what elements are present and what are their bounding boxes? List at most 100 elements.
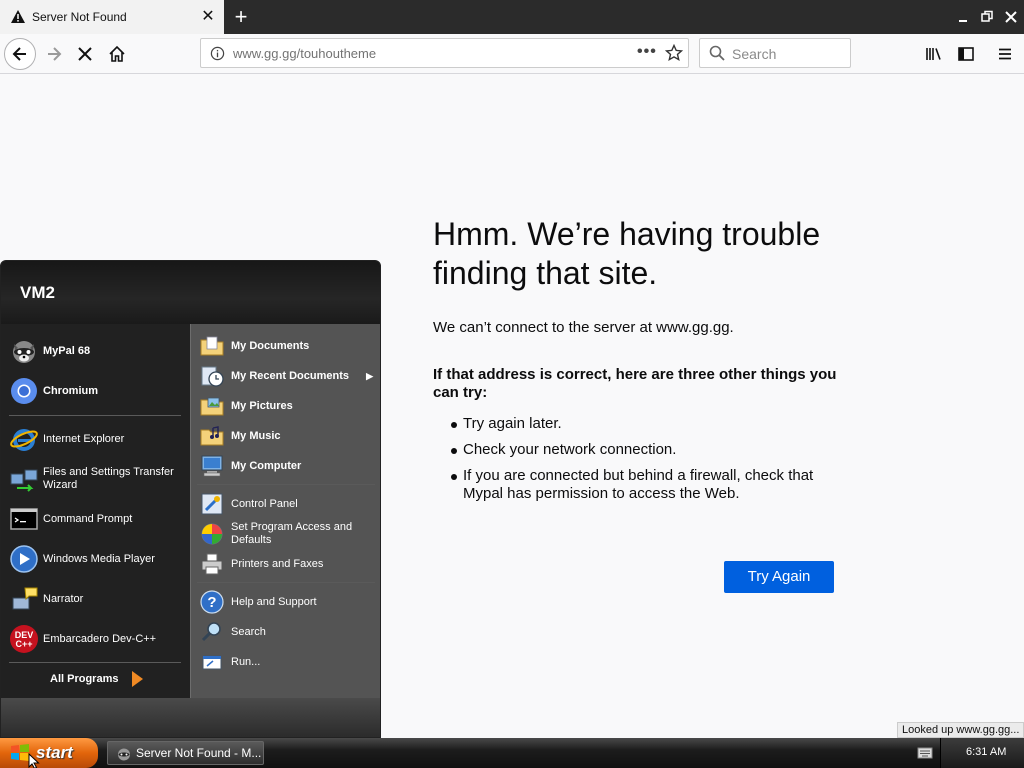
sidebar-icon (958, 47, 974, 61)
status-text: Looked up www.gg.gg... (897, 722, 1024, 738)
taskbar-item-browser[interactable]: Server Not Found - M... (107, 741, 264, 765)
taskbar: start Server Not Found - M... 6:31 AM (0, 738, 1024, 768)
raccoon-icon (9, 336, 39, 366)
menu-item-label: Files and Settings Transfer Wizard (43, 466, 174, 491)
ie-icon (9, 424, 39, 454)
menu-item-run[interactable]: Run... (197, 647, 260, 677)
menu-item-my-documents[interactable]: My Documents (197, 331, 309, 361)
menu-item-label: Set Program Access and Defaults (231, 521, 353, 546)
url-text[interactable]: www.gg.gg/touhoutheme (233, 46, 376, 61)
search-placeholder: Search (732, 46, 777, 62)
start-menu-footer (1, 698, 380, 737)
printer-icon (197, 549, 227, 579)
forward-button[interactable] (38, 38, 70, 70)
divider (197, 484, 375, 485)
mouse-cursor-icon (28, 753, 40, 768)
transfer-icon (9, 464, 39, 494)
menu-item-mypal[interactable]: MyPal 68 (9, 336, 90, 366)
stop-button[interactable] (69, 38, 101, 70)
menu-item-dev-cpp[interactable]: DEV C++ Embarcadero Dev-C++ (9, 624, 156, 654)
try-again-button[interactable]: Try Again (724, 561, 834, 593)
menu-item-label: Narrator (43, 592, 84, 605)
menu-item-internet-explorer[interactable]: Internet Explorer (9, 424, 124, 454)
tab-server-not-found[interactable]: Server Not Found ✕ (0, 0, 224, 34)
menu-item-control-panel[interactable]: Control Panel (197, 489, 298, 519)
menu-item-label: My Music (231, 429, 281, 442)
search-icon (197, 617, 227, 647)
taskbar-item-label: Server Not Found - M... (136, 746, 262, 760)
menu-item-label: Internet Explorer (43, 432, 125, 445)
new-tab-button[interactable]: + (228, 4, 254, 30)
restore-icon[interactable] (977, 7, 997, 27)
menu-item-label: My Recent Documents (231, 369, 349, 382)
back-button[interactable] (4, 38, 36, 70)
menu-item-label: Chromium (43, 384, 98, 397)
user-name: VM2 (20, 283, 55, 302)
menu-item-narrator[interactable]: Narrator (9, 584, 83, 614)
menu-item-label: Help and Support (231, 595, 317, 608)
menu-item-search[interactable]: Search (197, 617, 266, 647)
minimize-icon[interactable] (953, 7, 973, 27)
url-bar[interactable]: www.gg.gg/touhoutheme ••• (200, 38, 689, 68)
page-actions-icon[interactable]: ••• (637, 43, 657, 61)
close-tab-icon[interactable]: ✕ (200, 9, 216, 25)
tab-bar: Server Not Found ✕ + (0, 0, 1024, 34)
menu-item-label: Control Panel (231, 497, 298, 510)
media-player-icon (9, 544, 39, 574)
raccoon-icon (118, 748, 130, 761)
menu-item-recent-documents[interactable]: My Recent Documents ▶ (197, 361, 377, 391)
menu-item-help[interactable]: ? Help and Support (197, 587, 317, 617)
menu-item-media-player[interactable]: Windows Media Player (9, 544, 155, 574)
info-icon[interactable] (210, 46, 225, 61)
error-title: Hmm. We’re having trouble finding that s… (433, 216, 821, 291)
search-input[interactable]: Search (699, 38, 851, 68)
warning-icon (10, 9, 26, 25)
error-suggestions-list: Try again later. Check your network conn… (433, 415, 853, 503)
menu-item-my-computer[interactable]: My Computer (197, 451, 301, 481)
svg-text:?: ? (207, 594, 216, 611)
start-menu-places: My Documents My Recent Documents ▶ My Pi… (190, 324, 380, 698)
menu-item-program-access[interactable]: Set Program Access and Defaults (197, 519, 373, 549)
menu-item-printers[interactable]: Printers and Faxes (197, 549, 323, 579)
run-icon (197, 647, 227, 677)
menu-item-label: Run... (231, 655, 261, 668)
divider (197, 582, 375, 583)
pictures-icon (197, 391, 227, 421)
menu-item-my-pictures[interactable]: My Pictures (197, 391, 293, 421)
list-item: If you are connected but behind a firewa… (433, 467, 853, 503)
start-menu-programs: MyPal 68 Chromium Internet Explorer File… (1, 324, 190, 698)
start-menu-header: VM2 (1, 261, 380, 324)
devcpp-icon: DEV C++ (9, 624, 39, 654)
keyboard-icon[interactable] (917, 746, 933, 760)
cmd-icon (9, 504, 39, 534)
error-content: Hmm. We’re having trouble finding that s… (433, 215, 853, 511)
menu-item-chromium[interactable]: Chromium (9, 376, 98, 406)
menu-item-label: Printers and Faxes (231, 557, 324, 570)
close-window-icon[interactable] (1001, 7, 1021, 27)
divider (9, 415, 181, 416)
menu-item-label: Command Prompt (43, 512, 133, 525)
start-button[interactable]: start (0, 738, 98, 768)
menu-item-command-prompt[interactable]: Command Prompt (9, 504, 132, 534)
menu-button[interactable] (989, 38, 1021, 70)
menu-item-transfer-wizard[interactable]: Files and Settings Transfer Wizard (9, 464, 184, 494)
start-label: start (36, 743, 73, 762)
recent-docs-icon (197, 361, 227, 391)
bookmark-star-icon[interactable] (665, 44, 683, 62)
arrow-right-icon (132, 671, 144, 687)
library-icon (926, 48, 941, 60)
control-panel-icon (197, 489, 227, 519)
submenu-arrow-icon: ▶ (366, 370, 373, 381)
music-icon (197, 421, 227, 451)
menu-item-label: Search (231, 625, 266, 638)
windows-logo-icon (11, 744, 29, 761)
library-button[interactable] (918, 38, 950, 70)
menu-item-my-music[interactable]: My Music (197, 421, 281, 451)
program-access-icon (197, 519, 227, 549)
menu-item-label: My Pictures (231, 399, 293, 412)
computer-icon (197, 451, 227, 481)
home-button[interactable] (101, 38, 133, 70)
all-programs-button[interactable]: All Programs (46, 670, 144, 688)
divider (9, 662, 181, 663)
sidebar-button[interactable] (950, 38, 982, 70)
